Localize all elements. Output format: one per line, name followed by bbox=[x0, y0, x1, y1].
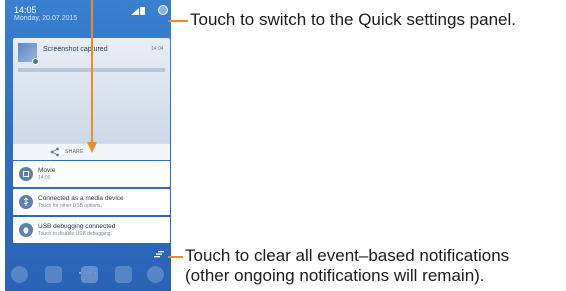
phone-screen: 14:05 Monday, 20.07.2015 Screenshot capt… bbox=[5, 0, 171, 291]
callout-clear-all-line2: (other ongoing notifications will remain… bbox=[185, 266, 485, 285]
bug-icon bbox=[19, 223, 33, 237]
callout-quick-settings: Touch to switch to the Quick settings pa… bbox=[190, 10, 517, 29]
apps-icon[interactable] bbox=[81, 266, 98, 283]
notification-title: Screenshot captured bbox=[43, 46, 108, 53]
contacts-icon[interactable] bbox=[45, 266, 62, 283]
card-subtitle: Touch to disable USB debugging. bbox=[38, 231, 112, 237]
card-title: USB debugging connected bbox=[38, 223, 116, 230]
calendar-icon bbox=[19, 167, 33, 181]
clear-all-icon[interactable] bbox=[154, 249, 164, 259]
usb-icon bbox=[19, 195, 33, 209]
callout-line-top bbox=[168, 20, 188, 22]
notification-card-usb-debugging[interactable]: USB debugging connected Touch to disable… bbox=[13, 217, 170, 243]
callout-line-bottom bbox=[168, 256, 183, 258]
card-title: Movie bbox=[38, 167, 56, 174]
status-date: Monday, 20.07.2015 bbox=[14, 15, 78, 22]
battery-icon bbox=[140, 7, 145, 15]
screenshot-badge-icon bbox=[32, 58, 39, 65]
messages-icon[interactable] bbox=[115, 266, 132, 283]
share-icon bbox=[50, 147, 59, 157]
swipe-arrow-head bbox=[87, 142, 97, 153]
card-title: Connected as a media device bbox=[38, 195, 124, 202]
browser-icon[interactable] bbox=[147, 266, 164, 283]
card-subtitle: Touch for other USB options. bbox=[38, 203, 102, 209]
phone-icon[interactable] bbox=[11, 266, 28, 283]
card-subtitle: 14:00 bbox=[38, 175, 51, 181]
share-label: SHARE bbox=[65, 149, 84, 155]
notification-card-usb[interactable]: Connected as a media device Touch for ot… bbox=[13, 189, 170, 215]
notification-time: 14:04 bbox=[151, 46, 164, 52]
callout-clear-all: Touch to clear all event–based notificat… bbox=[185, 246, 509, 286]
swipe-arrow-line bbox=[91, 0, 93, 142]
notification-card-movie[interactable]: Movie 14:00 bbox=[13, 161, 170, 187]
signal-icon bbox=[131, 8, 139, 15]
status-time: 14:05 bbox=[14, 5, 37, 15]
quick-settings-icon[interactable] bbox=[158, 5, 168, 15]
callout-clear-all-line1: Touch to clear all event–based notificat… bbox=[185, 246, 510, 265]
